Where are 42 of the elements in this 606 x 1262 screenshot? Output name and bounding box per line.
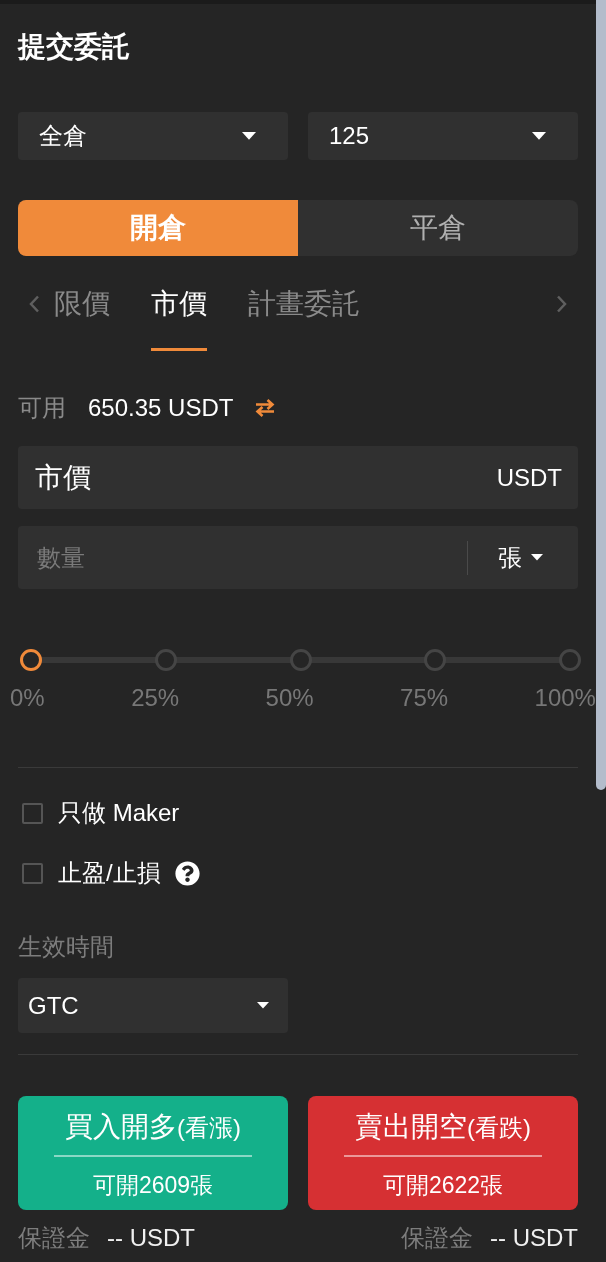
step-ring-icon[interactable] bbox=[424, 649, 447, 671]
order-type-tab[interactable]: 限價 bbox=[54, 276, 110, 351]
dropdown-select[interactable]: 125 bbox=[308, 112, 578, 160]
position-tab[interactable]: 平倉 bbox=[298, 200, 578, 256]
caret-icon bbox=[257, 1002, 269, 1009]
scrollbar-thumb[interactable] bbox=[596, 0, 606, 790]
margin-label: 保證金 bbox=[401, 1223, 473, 1253]
available-balance: 650.35 USDT bbox=[88, 393, 234, 423]
percent-label: 75% bbox=[400, 683, 449, 713]
available-label: 可用 bbox=[18, 393, 66, 423]
unit-selector[interactable]: 張 bbox=[468, 541, 562, 574]
swap-arrows-icon[interactable] bbox=[255, 399, 276, 417]
checkbox[interactable] bbox=[22, 802, 43, 824]
percent-label: 50% bbox=[265, 683, 314, 713]
checkbox[interactable] bbox=[22, 862, 43, 884]
step-ring-icon[interactable] bbox=[289, 649, 312, 671]
panel-title: 提交委託 bbox=[18, 30, 130, 64]
price-field[interactable]: 市價 USDT bbox=[18, 446, 578, 509]
percent-label: 25% bbox=[131, 683, 180, 713]
quantity-field[interactable]: 數量 張 bbox=[18, 526, 578, 589]
chevron-left-icon bbox=[29, 295, 40, 313]
option-label: 只做 Maker bbox=[58, 798, 180, 828]
percent-label: 100% bbox=[534, 683, 596, 713]
caret-icon bbox=[242, 132, 256, 140]
step-ring-icon[interactable] bbox=[154, 649, 177, 671]
percent-label: 0% bbox=[10, 683, 45, 713]
time-in-force-select[interactable]: GTC bbox=[18, 978, 288, 1033]
margin-value: -- USDT bbox=[107, 1223, 195, 1253]
margin-label: 保證金 bbox=[18, 1223, 90, 1253]
margin-value: -- USDT bbox=[490, 1223, 578, 1253]
caret-icon bbox=[531, 554, 543, 561]
step-ring-icon[interactable] bbox=[559, 649, 581, 671]
help-icon[interactable] bbox=[174, 860, 200, 886]
sell-button[interactable]: 賣出開空(看跌) 可開2622張 bbox=[308, 1096, 578, 1210]
chevron-right-icon bbox=[556, 295, 567, 313]
option-label: 止盈/止損 bbox=[58, 858, 161, 888]
caret-icon bbox=[532, 132, 546, 140]
order-type-tab[interactable]: 市價 bbox=[151, 276, 207, 351]
dropdown-select[interactable]: 全倉 bbox=[18, 112, 288, 160]
slider-thumb[interactable] bbox=[20, 649, 42, 671]
time-in-force-label: 生效時間 bbox=[18, 932, 114, 962]
order-type-tab[interactable]: 計畫委託 bbox=[248, 276, 360, 351]
